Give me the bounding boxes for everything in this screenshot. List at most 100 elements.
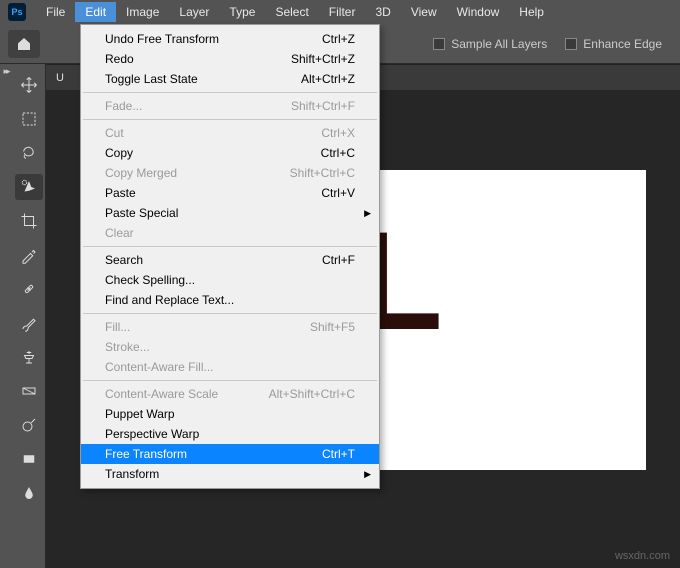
menu-separator <box>83 313 377 314</box>
edit-dropdown-menu: Undo Free TransformCtrl+ZRedoShift+Ctrl+… <box>80 24 380 489</box>
checkbox-icon <box>565 38 577 50</box>
menu-type[interactable]: Type <box>219 2 265 22</box>
clone-icon <box>20 348 38 366</box>
home-button[interactable] <box>8 30 40 58</box>
menu-item-label: Copy Merged <box>105 166 290 180</box>
menu-item-toggle-last-state[interactable]: Toggle Last StateAlt+Ctrl+Z <box>81 69 379 89</box>
menu-item-find-and-replace-text[interactable]: Find and Replace Text... <box>81 290 379 310</box>
menu-item-label: Find and Replace Text... <box>105 293 355 307</box>
watermark: wsxdn.com <box>615 550 670 562</box>
move-icon <box>20 76 38 94</box>
submenu-arrow-icon: ▶ <box>364 469 371 480</box>
sample-all-layers-label: Sample All Layers <box>451 37 547 51</box>
menu-item-content-aware-scale: Content-Aware ScaleAlt+Shift+Ctrl+C <box>81 384 379 404</box>
menu-item-label: Cut <box>105 126 321 140</box>
menu-item-label: Clear <box>105 226 355 240</box>
menu-item-copy-merged: Copy MergedShift+Ctrl+C <box>81 163 379 183</box>
marquee-icon <box>20 110 38 128</box>
crop-icon <box>20 212 38 230</box>
eyedropper-icon <box>20 246 38 264</box>
sample-all-layers-option[interactable]: Sample All Layers <box>433 37 547 51</box>
home-icon <box>16 36 32 52</box>
menu-item-redo[interactable]: RedoShift+Ctrl+Z <box>81 49 379 69</box>
menu-item-search[interactable]: SearchCtrl+F <box>81 250 379 270</box>
menu-filter[interactable]: Filter <box>319 2 366 22</box>
menu-item-label: Free Transform <box>105 447 322 461</box>
menu-item-puppet-warp[interactable]: Puppet Warp <box>81 404 379 424</box>
menu-item-free-transform[interactable]: Free TransformCtrl+T <box>81 444 379 464</box>
menu-item-content-aware-fill: Content-Aware Fill... <box>81 357 379 377</box>
menu-item-label: Transform <box>105 467 355 481</box>
tool-quick-select[interactable] <box>15 174 43 200</box>
menu-item-label: Search <box>105 253 322 267</box>
menu-item-label: Copy <box>105 146 321 160</box>
menu-item-label: Stroke... <box>105 340 355 354</box>
expand-chevrons-icon[interactable]: ▸▸ <box>3 66 8 77</box>
menu-item-shortcut: Shift+F5 <box>310 320 355 334</box>
enhance-edge-label: Enhance Edge <box>583 37 662 51</box>
healing-icon <box>20 280 38 298</box>
quick-select-icon <box>20 178 38 196</box>
menu-file[interactable]: File <box>36 2 75 22</box>
menu-item-shortcut: Ctrl+F <box>322 253 355 267</box>
menu-item-perspective-warp[interactable]: Perspective Warp <box>81 424 379 444</box>
menu-item-shortcut: Ctrl+C <box>321 146 355 160</box>
menu-item-fill: Fill...Shift+F5 <box>81 317 379 337</box>
rectangle-icon <box>20 450 38 468</box>
menu-item-shortcut: Ctrl+V <box>321 186 355 200</box>
tool-gradient[interactable] <box>15 378 43 404</box>
menu-item-label: Redo <box>105 52 291 66</box>
menu-item-label: Undo Free Transform <box>105 32 322 46</box>
tool-move[interactable] <box>15 72 43 98</box>
doc-tab-label: U <box>56 72 64 84</box>
bucket-icon <box>20 484 38 502</box>
app-logo: Ps <box>8 3 26 21</box>
menu-item-clear: Clear <box>81 223 379 243</box>
menu-item-shortcut: Alt+Ctrl+Z <box>301 72 355 86</box>
tool-eyedropper[interactable] <box>15 242 43 268</box>
menu-item-label: Paste Special <box>105 206 355 220</box>
menu-item-label: Fade... <box>105 99 291 113</box>
tool-crop[interactable] <box>15 208 43 234</box>
tool-marquee[interactable] <box>15 106 43 132</box>
menu-item-shortcut: Ctrl+X <box>321 126 355 140</box>
menu-separator <box>83 119 377 120</box>
menu-separator <box>83 92 377 93</box>
menu-item-label: Content-Aware Fill... <box>105 360 355 374</box>
menu-layer[interactable]: Layer <box>169 2 219 22</box>
menu-image[interactable]: Image <box>116 2 169 22</box>
menu-item-label: Puppet Warp <box>105 407 355 421</box>
tool-clone[interactable] <box>15 344 43 370</box>
menu-item-label: Check Spelling... <box>105 273 355 287</box>
tool-brush[interactable] <box>15 310 43 336</box>
menu-item-shortcut: Alt+Shift+Ctrl+C <box>269 387 355 401</box>
menu-item-check-spelling[interactable]: Check Spelling... <box>81 270 379 290</box>
menu-item-copy[interactable]: CopyCtrl+C <box>81 143 379 163</box>
submenu-arrow-icon: ▶ <box>364 208 371 219</box>
tool-dodge[interactable] <box>15 412 43 438</box>
menu-separator <box>83 246 377 247</box>
menu-select[interactable]: Select <box>265 2 318 22</box>
menu-item-paste[interactable]: PasteCtrl+V <box>81 183 379 203</box>
logo-text: Ps <box>11 7 22 17</box>
menu-edit[interactable]: Edit <box>75 2 116 22</box>
menu-item-transform[interactable]: Transform ▶ <box>81 464 379 484</box>
tool-healing[interactable] <box>15 276 43 302</box>
enhance-edge-option[interactable]: Enhance Edge <box>565 37 662 51</box>
menu-help[interactable]: Help <box>509 2 554 22</box>
tool-lasso[interactable] <box>15 140 43 166</box>
menu-item-label: Perspective Warp <box>105 427 355 441</box>
menu-separator <box>83 380 377 381</box>
menu-window[interactable]: Window <box>447 2 510 22</box>
menu-item-shortcut: Shift+Ctrl+C <box>290 166 355 180</box>
menu-item-paste-special[interactable]: Paste Special ▶ <box>81 203 379 223</box>
menu-item-label: Paste <box>105 186 321 200</box>
menu-item-shortcut: Ctrl+T <box>322 447 355 461</box>
tool-rectangle[interactable] <box>15 446 43 472</box>
brush-icon <box>20 314 38 332</box>
tools-toolbar <box>12 64 46 568</box>
menu-3d[interactable]: 3D <box>365 2 400 22</box>
menu-view[interactable]: View <box>401 2 447 22</box>
tool-bucket[interactable] <box>15 480 43 506</box>
menu-item-undo-free-transform[interactable]: Undo Free TransformCtrl+Z <box>81 29 379 49</box>
